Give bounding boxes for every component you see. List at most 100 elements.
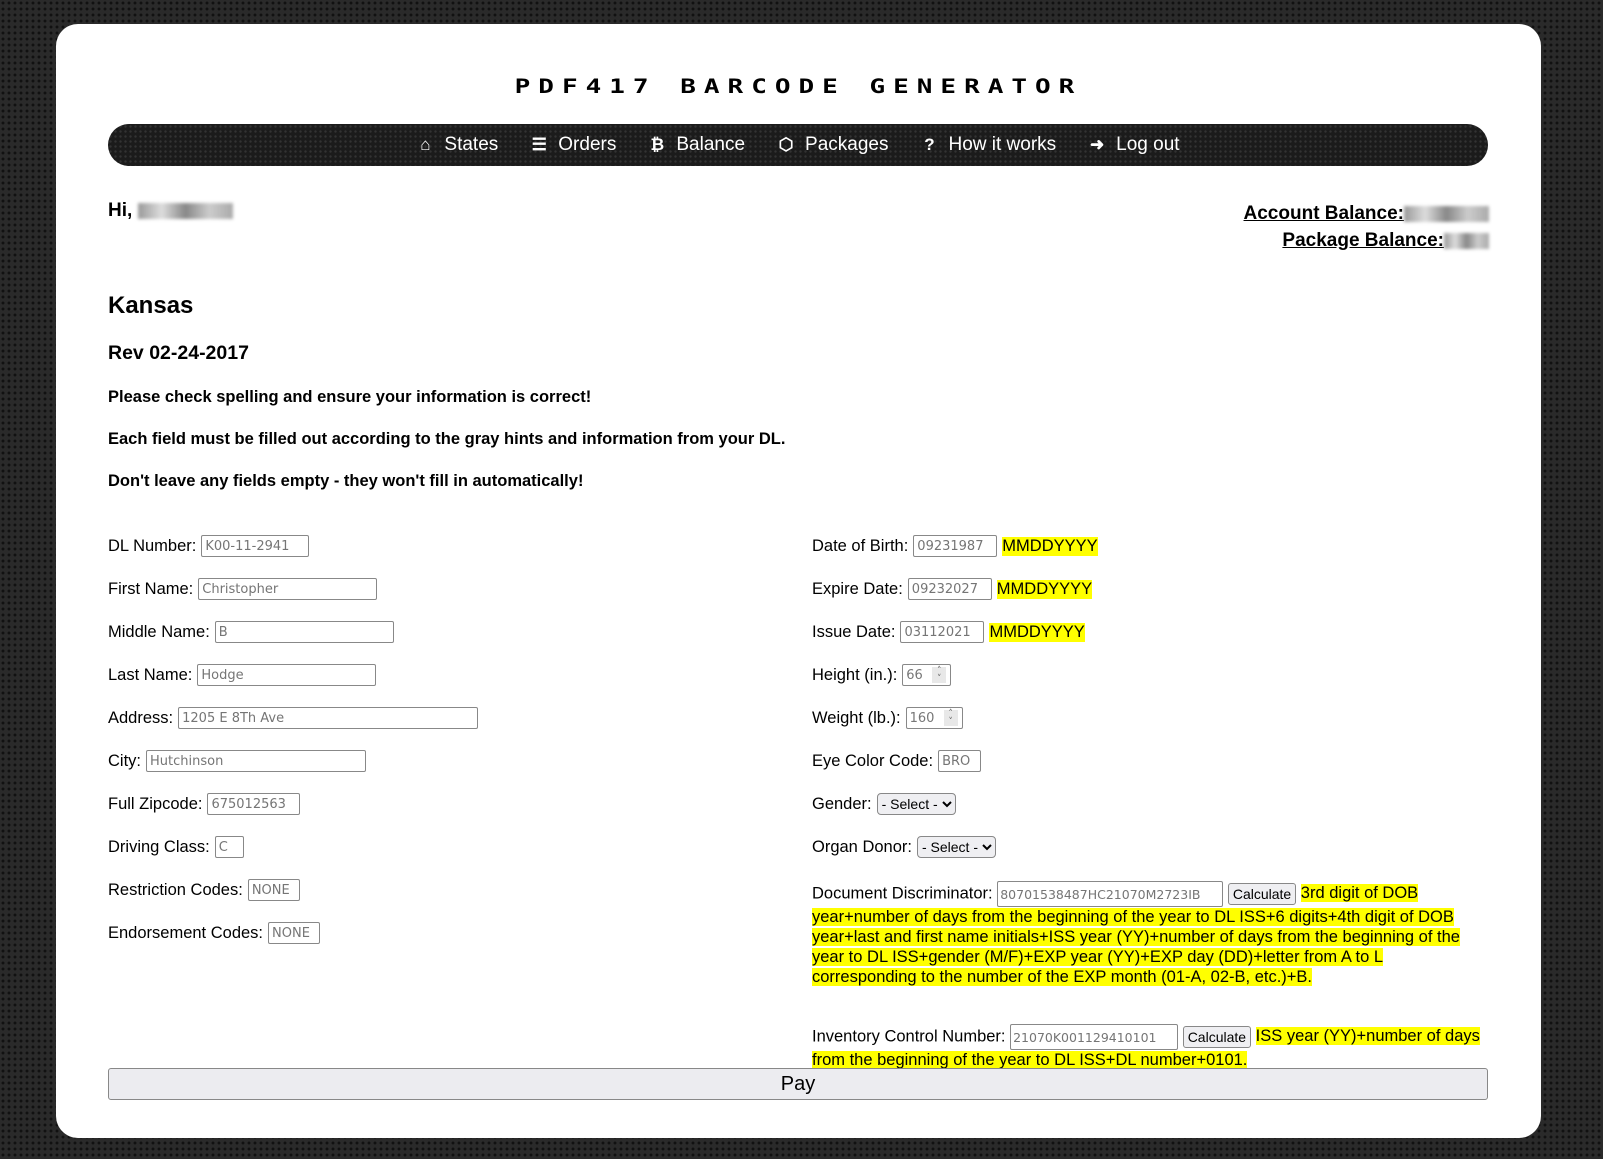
zipcode-input[interactable] xyxy=(207,793,301,815)
label: First Name: xyxy=(108,579,194,598)
label: Weight (lb.): xyxy=(812,708,901,727)
account-balance-link[interactable]: Account Balance: xyxy=(1244,203,1404,224)
app-title: PDF417 BARCODE GENERATOR xyxy=(514,75,1083,99)
revision: Rev 02-24-2017 xyxy=(108,342,249,364)
expire-date-row: Expire Date: MMDDYYYY xyxy=(812,577,1093,601)
note: Please check spelling and ensure your in… xyxy=(108,388,592,406)
label: Issue Date: xyxy=(812,622,896,641)
issue-date-row: Issue Date: MMDDYYYY xyxy=(812,620,1085,644)
first-name-row: First Name: xyxy=(108,577,378,601)
label: Inventory Control Number: xyxy=(812,1027,1006,1046)
weight-input[interactable]: 160 ˄ ˅ xyxy=(905,707,963,729)
endorsement-codes-row: Endorsement Codes: xyxy=(108,921,321,945)
label: Organ Donor: xyxy=(812,837,912,856)
package-balance-link[interactable]: Package Balance: xyxy=(1282,230,1444,251)
inventory-control-row: Inventory Control Number: Calculate ISS … xyxy=(812,1024,1492,1070)
restriction-codes-input[interactable] xyxy=(247,879,300,901)
gender-select[interactable]: - Select - xyxy=(876,793,956,815)
greeting: Hi, xyxy=(108,200,233,222)
spinner-arrows-icon[interactable]: ˄ ˅ xyxy=(932,667,947,684)
organ-donor-row: Organ Donor: - Select - xyxy=(812,835,996,859)
main-card: PDF417 BARCODE GENERATOR ⌂ States ☰ Orders… xyxy=(56,24,1541,1138)
label: City: xyxy=(108,751,141,770)
format-hint: MMDDYYYY xyxy=(989,622,1085,642)
greeting-text: Hi, xyxy=(108,200,133,221)
dl-number-input[interactable] xyxy=(201,535,310,557)
driving-class-row: Driving Class: xyxy=(108,835,244,859)
issue-date-input[interactable] xyxy=(900,621,985,643)
city-row: City: xyxy=(108,749,366,773)
label: Full Zipcode: xyxy=(108,794,203,813)
format-hint: MMDDYYYY xyxy=(996,579,1093,599)
nav-label: States xyxy=(444,134,499,155)
nav-label: Log out xyxy=(1116,134,1180,155)
account-balance-redacted xyxy=(1404,205,1489,222)
middle-name-row: Middle Name: xyxy=(108,620,394,644)
home-icon: ⌂ xyxy=(420,135,431,154)
label: Address: xyxy=(108,708,174,727)
label: Last Name: xyxy=(108,665,193,684)
nav-log-out[interactable]: ➜ Log out xyxy=(1088,134,1180,156)
nav-states[interactable]: ⌂ States xyxy=(416,134,498,156)
format-hint: MMDDYYYY xyxy=(1002,536,1098,556)
question-icon: ? xyxy=(924,135,935,154)
first-name-input[interactable] xyxy=(198,578,378,600)
label: Date of Birth: xyxy=(812,536,909,555)
label: DL Number: xyxy=(108,536,197,555)
middle-name-input[interactable] xyxy=(214,621,394,643)
eye-color-input[interactable] xyxy=(938,750,982,772)
logout-icon: ➜ xyxy=(1090,135,1105,154)
nav-label: Balance xyxy=(676,134,746,155)
label: Expire Date: xyxy=(812,579,903,598)
nav-label: How it works xyxy=(948,134,1057,155)
state-title: Kansas xyxy=(108,292,194,319)
last-name-input[interactable] xyxy=(197,664,377,686)
restriction-codes-row: Restriction Codes: xyxy=(108,878,300,902)
note: Each field must be filled out according … xyxy=(108,430,786,448)
cube-icon: ⬡ xyxy=(778,135,794,154)
driving-class-input[interactable] xyxy=(214,836,244,858)
document-discriminator-row: Document Discriminator: Calculate 3rd di… xyxy=(812,881,1488,987)
organ-donor-select[interactable]: - Select - xyxy=(916,836,996,858)
nav-label: Packages xyxy=(805,134,889,155)
note: Don't leave any fields empty - they won'… xyxy=(108,472,584,490)
weight-row: Weight (lb.): 160 ˄ ˅ xyxy=(812,706,963,730)
calculate-dd-button[interactable]: Calculate xyxy=(1227,883,1297,905)
list-icon: ☰ xyxy=(531,135,547,154)
weight-placeholder: 160 xyxy=(909,710,935,726)
label: Restriction Codes: xyxy=(108,880,243,899)
pay-button[interactable]: Pay xyxy=(108,1068,1488,1100)
city-input[interactable] xyxy=(146,750,366,772)
height-input[interactable]: 66 ˄ ˅ xyxy=(902,664,952,686)
document-discriminator-input[interactable] xyxy=(997,881,1224,907)
address-row: Address: xyxy=(108,706,479,730)
label: Middle Name: xyxy=(108,622,210,641)
calculate-icn-button[interactable]: Calculate xyxy=(1182,1026,1252,1048)
nav-packages[interactable]: ⬡ Packages xyxy=(777,134,889,156)
label: Driving Class: xyxy=(108,837,210,856)
label: Height (in.): xyxy=(812,665,898,684)
package-balance-redacted xyxy=(1444,232,1489,249)
endorsement-codes-input[interactable] xyxy=(268,922,321,944)
nav-orders[interactable]: ☰ Orders xyxy=(530,134,617,156)
gender-row: Gender: - Select - xyxy=(812,792,956,816)
height-placeholder: 66 xyxy=(906,667,923,683)
bitcoin-icon: ₿ xyxy=(650,135,665,154)
dob-input[interactable] xyxy=(913,535,998,557)
inventory-control-input[interactable] xyxy=(1010,1024,1179,1050)
username-redacted xyxy=(137,202,233,219)
dl-number-row: DL Number: xyxy=(108,534,310,558)
nav-label: Orders xyxy=(558,134,617,155)
label: Gender: xyxy=(812,794,872,813)
dob-row: Date of Birth: MMDDYYYY xyxy=(812,534,1098,558)
expire-date-input[interactable] xyxy=(907,578,992,600)
nav-balance[interactable]: ₿ Balance xyxy=(648,134,745,156)
eye-color-row: Eye Color Code: xyxy=(812,749,982,773)
balances: Account Balance: Package Balance: xyxy=(1244,200,1489,254)
main-nav: ⌂ States ☰ Orders ₿ Balance ⬡ Packages ? How … xyxy=(108,124,1488,166)
nav-how-it-works[interactable]: ? How it works xyxy=(920,134,1056,156)
spinner-arrows-icon[interactable]: ˄ ˅ xyxy=(943,710,958,727)
address-input[interactable] xyxy=(178,707,479,729)
label: Eye Color Code: xyxy=(812,751,934,770)
last-name-row: Last Name: xyxy=(108,663,377,687)
